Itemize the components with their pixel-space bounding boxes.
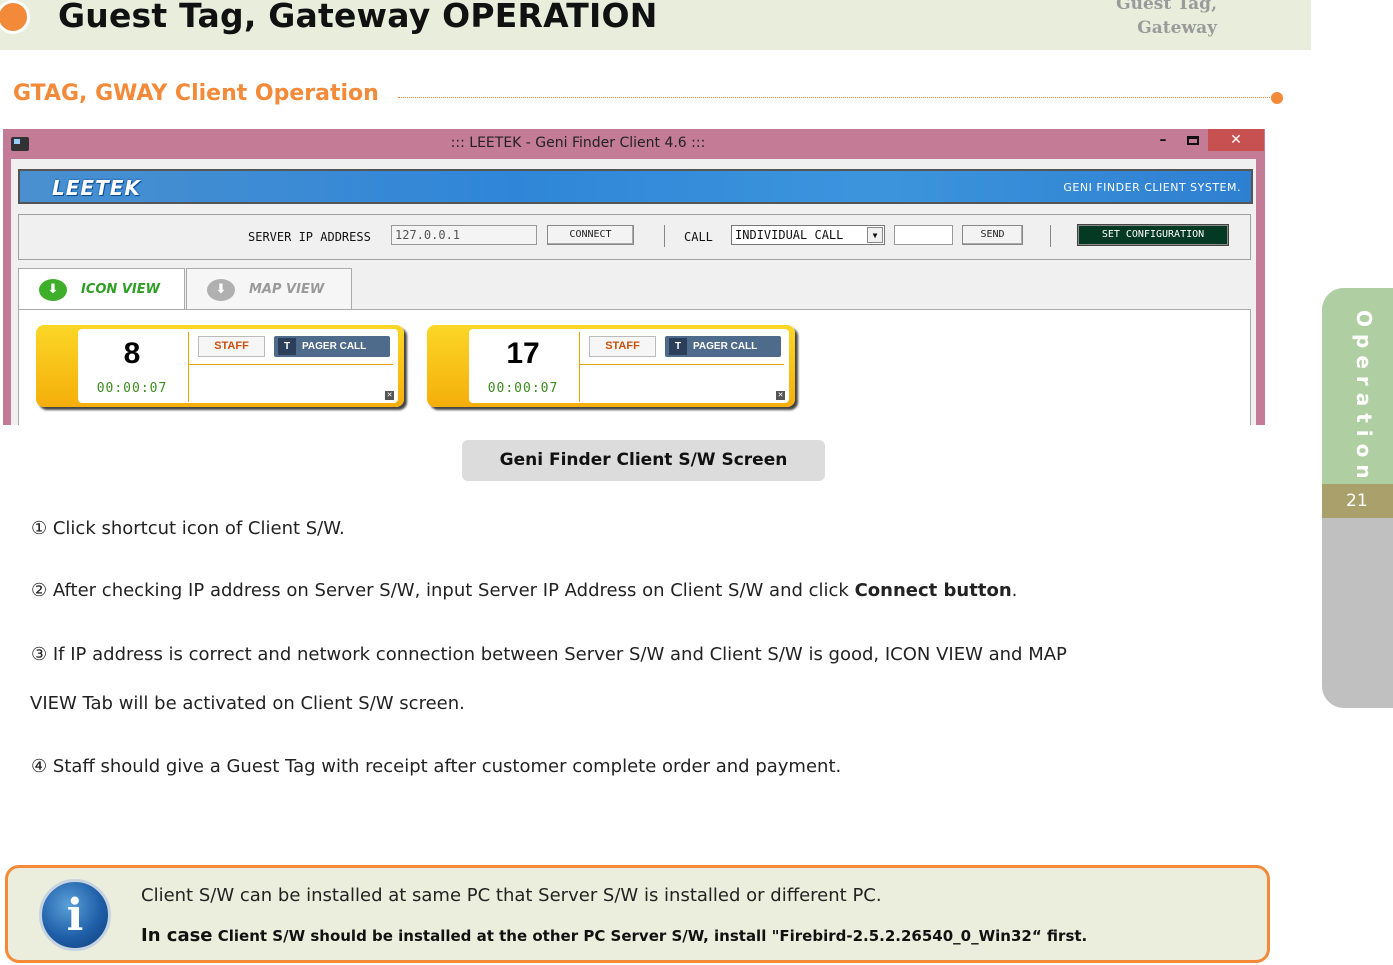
call-type-selected: INDIVIDUAL CALL <box>735 228 844 242</box>
step-3-continued: VIEW Tab will be activated on Client S/W… <box>30 693 465 714</box>
tab-icon-view[interactable]: ICON VIEW <box>18 268 185 311</box>
set-configuration-button[interactable]: SET CONFIGURATION <box>1077 224 1229 246</box>
tag-card-body: 17 00:00:07 STAFF T PAGER CALL ✕ <box>469 329 789 403</box>
toolbar-separator <box>664 225 665 247</box>
tag-divider <box>188 332 189 402</box>
call-number-input[interactable] <box>894 225 953 245</box>
connection-toolbar: SERVER IP ADDRESS 127.0.0.1 CONNECT CALL… <box>18 214 1251 260</box>
tag-divider <box>580 364 784 365</box>
side-tab-label-area: Operation <box>1322 288 1393 486</box>
chevron-down-icon: ▼ <box>867 227 883 243</box>
step-2: ② After checking IP address on Server S/… <box>31 580 1017 601</box>
section-title: GTAG, GWAY Client Operation <box>13 81 379 106</box>
chapter-label-line2: Gateway <box>1137 18 1217 38</box>
toolbar-separator <box>1050 225 1051 247</box>
step-3: ③ If IP address is correct and network c… <box>31 644 1067 665</box>
connect-button[interactable]: CONNECT <box>547 225 634 245</box>
tag-elapsed-time: 00:00:07 <box>96 381 168 396</box>
gray-arrow-icon <box>207 269 235 311</box>
section-divider-dot-icon <box>1271 92 1283 104</box>
step-2-text: ② After checking IP address on Server S/… <box>31 580 855 601</box>
step-2-emphasis: Connect button <box>854 580 1012 601</box>
banner-tagline: GENI FINDER CLIENT SYSTEM. <box>1063 181 1241 194</box>
leetek-logo: LEETEK <box>52 176 141 200</box>
note-line-2-rest: Client S/W should be installed at the ot… <box>212 927 1088 945</box>
close-button[interactable]: ✕ <box>1208 129 1264 151</box>
close-tag-icon[interactable]: ✕ <box>385 391 394 400</box>
page-header: Guest Tag, Gateway OPERATION Guest Tag, … <box>0 0 1311 50</box>
maximize-icon <box>1187 135 1199 145</box>
app-window-title: ::: LEETEK - Geni Finder Client 4.6 ::: <box>450 135 706 151</box>
page-number: 21 <box>1322 484 1393 518</box>
figure-caption: Geni Finder Client S/W Screen <box>462 440 825 481</box>
pager-call-button[interactable]: T PAGER CALL <box>665 336 781 357</box>
step-1: ① Click shortcut icon of Client S/W. <box>31 518 345 539</box>
note-line-1: Client S/W can be installed at same PC t… <box>141 885 882 906</box>
note-line-2-lead: In case <box>141 925 213 946</box>
tab-label: ICON VIEW <box>81 282 160 297</box>
tab-label: MAP VIEW <box>249 282 325 297</box>
pager-call-label: PAGER CALL <box>302 341 367 352</box>
maximize-button[interactable] <box>1173 129 1213 151</box>
pager-call-button[interactable]: T PAGER CALL <box>274 336 390 357</box>
tag-card-body: 8 00:00:07 STAFF T PAGER CALL ✕ <box>78 329 398 403</box>
chapter-label-line1: Guest Tag, <box>1116 0 1217 14</box>
icon-view-pane: 8 00:00:07 STAFF T PAGER CALL ✕ 17 00:00:… <box>18 309 1251 425</box>
server-ip-input[interactable]: 127.0.0.1 <box>391 225 537 245</box>
section-divider <box>398 97 1276 98</box>
staff-button[interactable]: STAFF <box>589 336 656 357</box>
tag-elapsed-time: 00:00:07 <box>487 381 559 396</box>
guest-tag-card[interactable]: 17 00:00:07 STAFF T PAGER CALL ✕ <box>427 325 795 407</box>
info-icon: i <box>39 879 111 951</box>
guest-tag-card[interactable]: 8 00:00:07 STAFF T PAGER CALL ✕ <box>36 325 404 407</box>
pager-type-badge: T <box>278 338 296 355</box>
side-chapter-tab: Operation 21 <box>1322 288 1393 708</box>
header-bullet-icon <box>0 0 30 34</box>
side-tab-label: Operation <box>1352 310 1376 486</box>
tab-map-view[interactable]: MAP VIEW <box>186 268 352 311</box>
tag-divider <box>189 364 393 365</box>
client-app-window: ::: LEETEK - Geni Finder Client 4.6 ::: … <box>3 129 1265 425</box>
close-tag-icon[interactable]: ✕ <box>776 391 785 400</box>
app-body: LEETEK GENI FINDER CLIENT SYSTEM. SERVER… <box>11 159 1256 425</box>
call-type-select[interactable]: INDIVIDUAL CALL ▼ <box>731 225 885 245</box>
step-4: ④ Staff should give a Guest Tag with rec… <box>31 756 842 777</box>
note-box: i Client S/W can be installed at same PC… <box>5 865 1270 963</box>
call-label: CALL <box>684 230 713 244</box>
tag-number: 17 <box>506 337 540 370</box>
tag-number: 8 <box>123 337 141 370</box>
page-title: Guest Tag, Gateway OPERATION <box>58 0 658 35</box>
step-2-suffix: . <box>1011 580 1018 601</box>
pager-type-badge: T <box>669 338 687 355</box>
app-titlebar: ::: LEETEK - Geni Finder Client 4.6 ::: … <box>3 129 1265 159</box>
app-banner: LEETEK GENI FINDER CLIENT SYSTEM. <box>18 169 1253 204</box>
server-ip-label: SERVER IP ADDRESS <box>248 230 371 244</box>
staff-button[interactable]: STAFF <box>198 336 265 357</box>
tag-divider <box>579 332 580 402</box>
green-arrow-icon <box>39 269 67 311</box>
note-line-2: In case Client S/W should be installed a… <box>141 925 1087 946</box>
send-button[interactable]: SEND <box>962 225 1023 245</box>
pager-call-label: PAGER CALL <box>693 341 758 352</box>
header-chapter-label: Guest Tag, Gateway <box>1116 0 1217 40</box>
